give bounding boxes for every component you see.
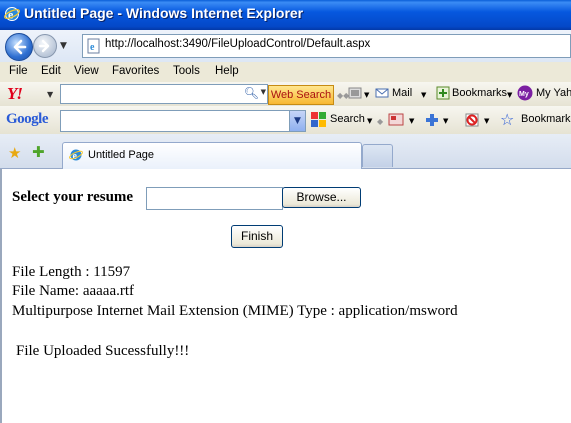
my-yahoo-button[interactable]: My Yah — [536, 87, 571, 99]
page-content: Select your resume Browse... Finish File… — [0, 169, 571, 423]
address-row: ▼ e http://localhost:3490/FileUploadCont… — [0, 30, 571, 63]
mail-envelope-icon[interactable] — [375, 86, 389, 100]
menu-file[interactable]: File — [9, 65, 28, 77]
add-favorites-icon[interactable]: ✚ — [32, 143, 45, 161]
svg-text:e: e — [8, 8, 14, 22]
google-logo[interactable]: Google — [6, 111, 49, 128]
menu-bar: File Edit View Favorites Tools Help — [0, 62, 571, 83]
my-yahoo-icon[interactable]: My — [517, 85, 533, 101]
tab-untitled-page[interactable]: e Untitled Page — [62, 142, 362, 169]
google-bookmarks-button[interactable]: Bookmark — [521, 113, 571, 125]
mail-button[interactable]: Mail — [392, 87, 412, 99]
address-bar[interactable]: e http://localhost:3490/FileUploadContro… — [82, 34, 571, 58]
svg-text:My: My — [519, 91, 529, 98]
web-search-button[interactable]: Web Search — [268, 85, 334, 105]
popup-blocked-icon[interactable] — [464, 112, 480, 128]
google-search-button[interactable]: Search — [330, 113, 365, 125]
file-name-text: File Name: aaaaa.rtf — [12, 283, 135, 299]
menu-edit[interactable]: Edit — [41, 65, 61, 77]
menu-tools[interactable]: Tools — [173, 65, 200, 77]
google-g-icon[interactable] — [311, 112, 326, 127]
new-tab-button[interactable] — [362, 144, 393, 167]
yahoo-toolbar: Y! ▼ 🔍︎ ▼ Web Search ◆◆ ▼ Mail ▼ Bookmar… — [0, 82, 571, 107]
google-search-dropdown-icon[interactable]: ▼ — [289, 111, 305, 131]
page-icon: e — [87, 38, 100, 54]
file-length-text: File Length : 11597 — [12, 264, 131, 280]
mime-type-text: Multipurpose Internet Mail Extension (MI… — [12, 303, 458, 319]
bookmarks-dropdown-icon[interactable]: ▼ — [507, 91, 512, 99]
popup-blocked-dropdown-icon[interactable]: ▼ — [484, 117, 489, 125]
toolbar-separator-grip[interactable]: ◆ — [377, 117, 383, 126]
browse-button[interactable]: Browse... — [282, 187, 361, 208]
google-search-dropdown-arrow-icon[interactable]: ▼ — [367, 117, 372, 125]
ie-icon: e — [4, 7, 20, 22]
magnifier-icon[interactable]: 🔍︎ — [244, 86, 259, 100]
ie-page-icon: e — [69, 149, 83, 162]
tab-label: Untitled Page — [88, 149, 155, 161]
upload-status-text: File Uploaded Sucessfully!!! — [16, 343, 190, 359]
bookmarks-plus-icon[interactable] — [436, 86, 450, 100]
svg-text:e: e — [90, 42, 95, 53]
recent-pages-dropdown-icon[interactable]: ▼ — [60, 41, 67, 51]
back-button[interactable] — [5, 33, 33, 61]
tab-row: ★ ✚ e Untitled Page — [0, 134, 571, 169]
resume-label: Select your resume — [12, 189, 134, 205]
yahoo-search-input[interactable]: 🔍︎ ▼ — [60, 84, 268, 104]
menu-view[interactable]: View — [74, 65, 99, 77]
finish-button[interactable]: Finish — [231, 225, 283, 248]
menu-favorites[interactable]: Favorites — [112, 65, 159, 77]
bookmark-star-icon[interactable]: ☆ — [500, 110, 514, 129]
popup-dropdown-icon[interactable]: ▼ — [364, 91, 369, 99]
news-dropdown-icon[interactable]: ▼ — [409, 117, 414, 125]
yahoo-logo[interactable]: Y! — [7, 84, 23, 104]
yahoo-menu-dropdown-icon[interactable]: ▼ — [47, 90, 53, 99]
favorites-star-icon[interactable]: ★ — [8, 144, 21, 162]
add-dropdown-icon[interactable]: ▼ — [443, 117, 448, 125]
title-bar[interactable]: e Untitled Page - Windows Internet Explo… — [0, 0, 571, 30]
google-toolbar: Google ▼ Search ▼ ◆ ▼ ▼ ▼ ☆ Bookmark — [0, 106, 571, 135]
yahoo-bookmarks-button[interactable]: Bookmarks — [452, 87, 507, 99]
add-button-plus-icon[interactable] — [424, 112, 440, 128]
forward-arrow-icon — [38, 39, 50, 53]
mail-dropdown-icon[interactable]: ▼ — [421, 91, 426, 99]
search-options-dropdown-icon[interactable]: ▼ — [261, 88, 266, 96]
resume-file-input[interactable] — [146, 187, 283, 210]
address-url: http://localhost:3490/FileUploadControl/… — [105, 38, 371, 50]
popup-blocker-icon[interactable] — [348, 86, 362, 100]
menu-help[interactable]: Help — [215, 65, 239, 77]
window-title: Untitled Page - Windows Internet Explore… — [24, 5, 304, 21]
forward-button[interactable] — [33, 34, 57, 58]
google-search-input[interactable]: ▼ — [60, 110, 306, 132]
news-icon[interactable] — [388, 112, 406, 128]
google-logo-text: Google — [6, 111, 49, 127]
back-arrow-icon — [13, 39, 27, 55]
